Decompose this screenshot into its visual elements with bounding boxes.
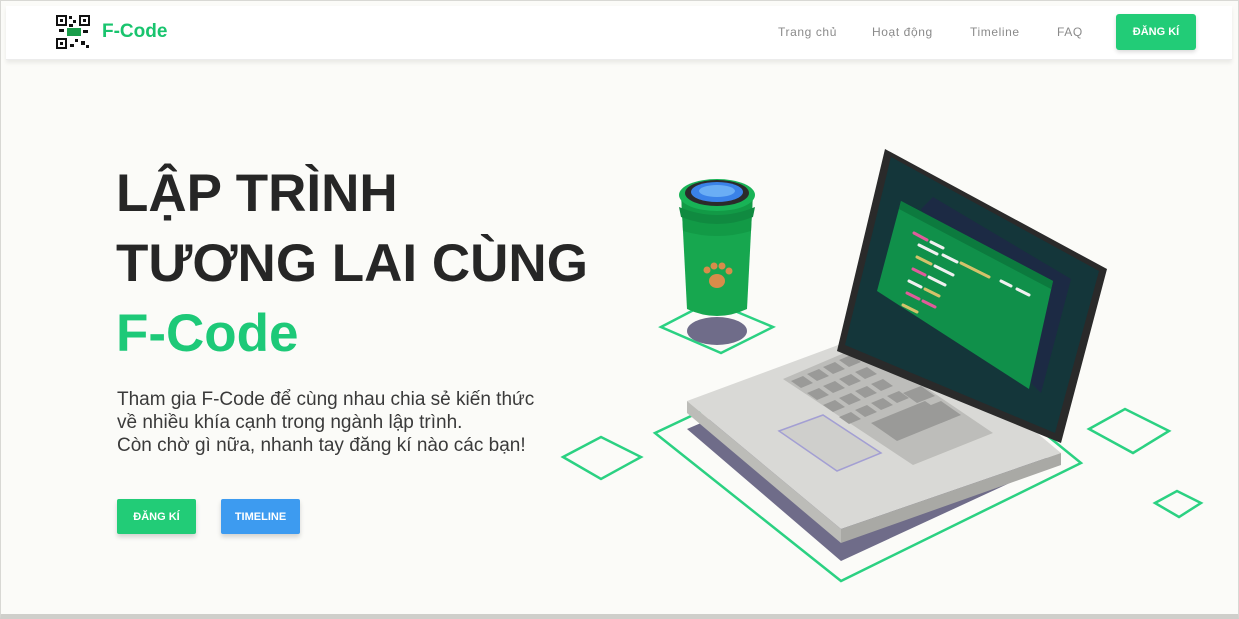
brand-name[interactable]: F-Code	[102, 21, 167, 43]
hero-title-accent: F-Code	[116, 304, 299, 363]
hero-desc-line1: Tham gia F-Code để cùng nhau chia sẻ kiế…	[117, 389, 535, 410]
hero-signup-button[interactable]: ĐĂNG KÍ	[117, 499, 196, 534]
hero-timeline-button[interactable]: TIMELINE	[221, 499, 300, 534]
nav-faq[interactable]: FAQ	[1057, 25, 1083, 39]
nav-activities[interactable]: Hoạt động	[872, 25, 933, 39]
cup-illustration	[679, 179, 755, 345]
header-signup-button[interactable]: ĐĂNG KÍ	[1116, 14, 1196, 50]
top-navbar: F-Code Trang chủ Hoạt động Timeline FAQ …	[6, 6, 1232, 60]
hero-desc-line2: về nhiều khía cạnh trong ngành lập trình…	[117, 412, 463, 433]
hero-illustration	[560, 149, 1204, 583]
hero-desc-line3: Còn chờ gì nữa, nhanh tay đăng kí nào cá…	[117, 435, 526, 456]
qr-logo-icon[interactable]	[55, 14, 91, 50]
hero-title-line2: TƯƠNG LAI CÙNG	[116, 234, 588, 293]
page-frame: F-Code Trang chủ Hoạt động Timeline FAQ …	[0, 0, 1239, 619]
hero-description: Tham gia F-Code để cùng nhau chia sẻ kiế…	[117, 388, 597, 457]
hero-title: LẬP TRÌNH TƯƠNG LAI CÙNG F-Code	[116, 159, 588, 369]
nav-timeline[interactable]: Timeline	[970, 25, 1020, 39]
nav-home[interactable]: Trang chủ	[778, 25, 837, 39]
hero-title-line1: LẬP TRÌNH	[116, 164, 398, 223]
